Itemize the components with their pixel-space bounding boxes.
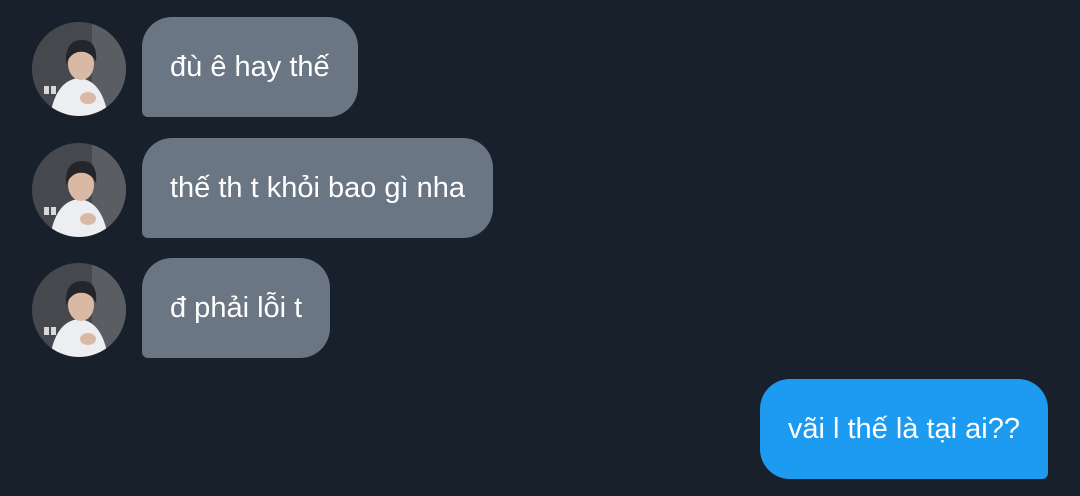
avatar[interactable]	[32, 22, 126, 116]
incoming-message-bubble[interactable]: đù ê hay thế	[142, 17, 358, 117]
message-row: đ phải lỗi t	[0, 258, 1080, 358]
user-photo-avatar-icon	[32, 22, 126, 116]
incoming-message-bubble[interactable]: thế th t khỏi bao gì nha	[142, 138, 494, 238]
user-photo-avatar-icon	[32, 143, 126, 237]
avatar[interactable]	[32, 143, 126, 237]
user-photo-avatar-icon	[32, 263, 126, 357]
avatar[interactable]	[32, 263, 126, 357]
incoming-message-bubble[interactable]: đ phải lỗi t	[142, 258, 331, 358]
message-row: vãi l thế là tại ai??	[0, 379, 1080, 479]
message-row: thế th t khỏi bao gì nha	[0, 138, 1080, 238]
outgoing-message-bubble[interactable]: vãi l thế là tại ai??	[759, 379, 1048, 479]
message-row: đù ê hay thế	[0, 17, 1080, 117]
